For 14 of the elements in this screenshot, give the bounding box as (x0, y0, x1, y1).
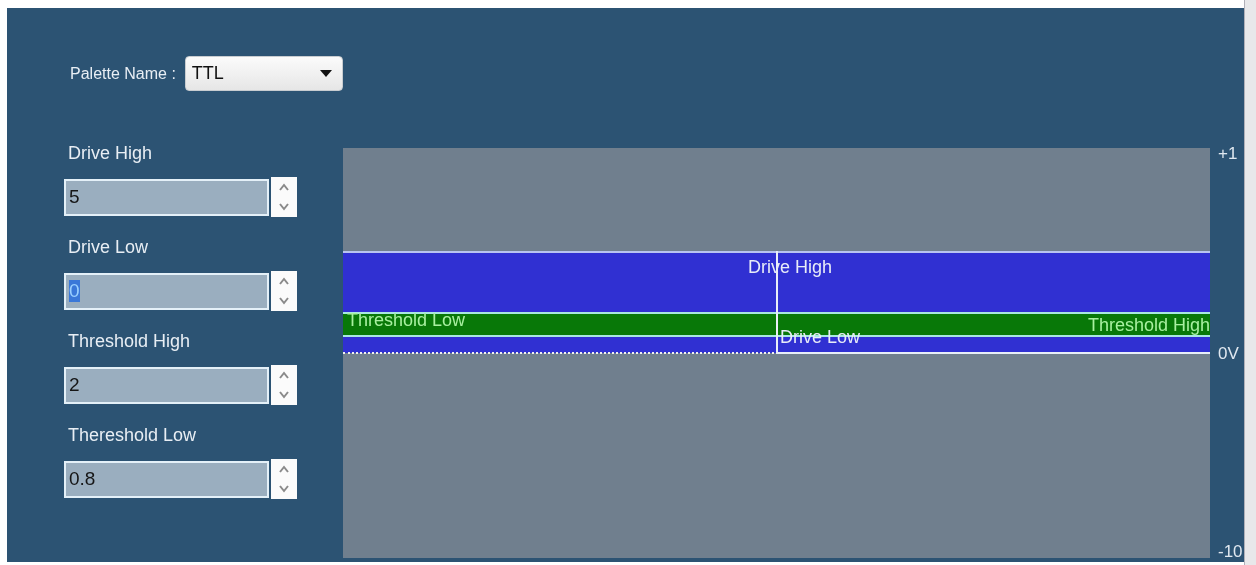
band-label: Threshold High (1087, 315, 1210, 335)
axis-label: -10 (1218, 542, 1243, 562)
field-label: Threshold High (68, 331, 191, 352)
field-label: Drive High (68, 143, 153, 164)
axis-label: 0V (1218, 344, 1239, 364)
axis-label: +1 (1218, 144, 1238, 164)
number-field[interactable]: 2 (64, 366, 269, 404)
band-label: Threshold Low (347, 310, 466, 330)
field-label: Palette Name : (70, 64, 176, 83)
number-field[interactable]: 5 (64, 178, 269, 216)
palette-dropdown[interactable]: TTL (184, 56, 343, 91)
field-label: Thereshold Low (68, 425, 197, 446)
field-label: Drive Low (68, 237, 149, 258)
number-field[interactable]: 0.8 (64, 460, 269, 498)
